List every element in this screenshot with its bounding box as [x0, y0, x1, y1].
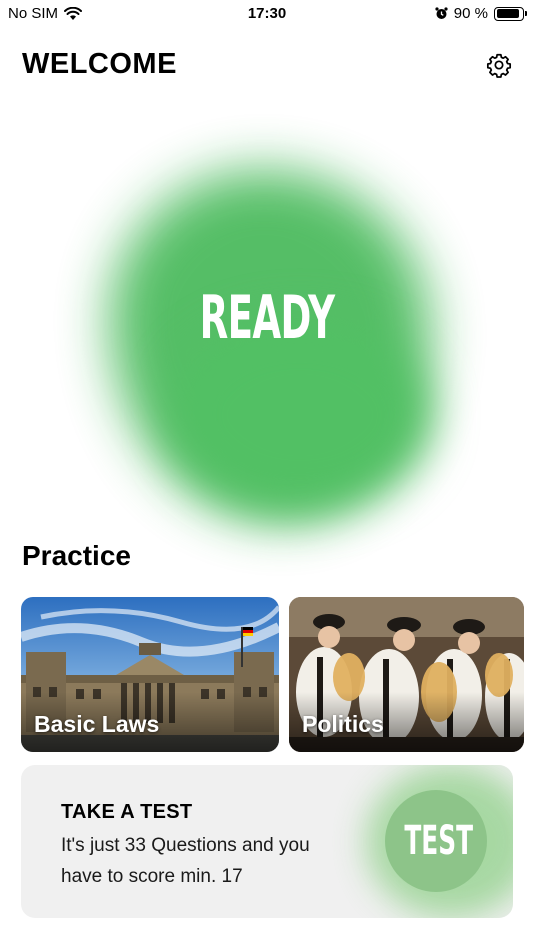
page-title: WELCOME	[22, 48, 177, 80]
practice-card-basic-laws[interactable]: Basic Laws	[21, 597, 279, 752]
gear-icon	[486, 53, 512, 78]
battery-percent: 90 %	[453, 5, 488, 22]
test-button[interactable]: TEST	[385, 790, 487, 892]
practice-title: Practice	[22, 540, 131, 571]
practice-card-politics[interactable]: Politics	[289, 597, 524, 752]
practice-cards: Basic Laws Politics	[21, 597, 534, 752]
status-right: 90 %	[435, 5, 527, 22]
battery-fill	[496, 9, 519, 18]
settings-button[interactable]	[486, 52, 512, 78]
ready-button[interactable]: READY	[101, 283, 432, 353]
alarm-icon	[435, 7, 448, 19]
test-description: It's just 33 Questions and you have to s…	[61, 835, 310, 887]
status-bar: No SIM 17:30 90 %	[0, 0, 534, 28]
test-heading: TAKE A TEST	[61, 801, 193, 823]
card-label: Basic Laws	[34, 711, 160, 737]
test-button-label: TEST	[404, 818, 474, 864]
battery-icon	[494, 6, 527, 21]
card-label: Politics	[302, 711, 384, 737]
